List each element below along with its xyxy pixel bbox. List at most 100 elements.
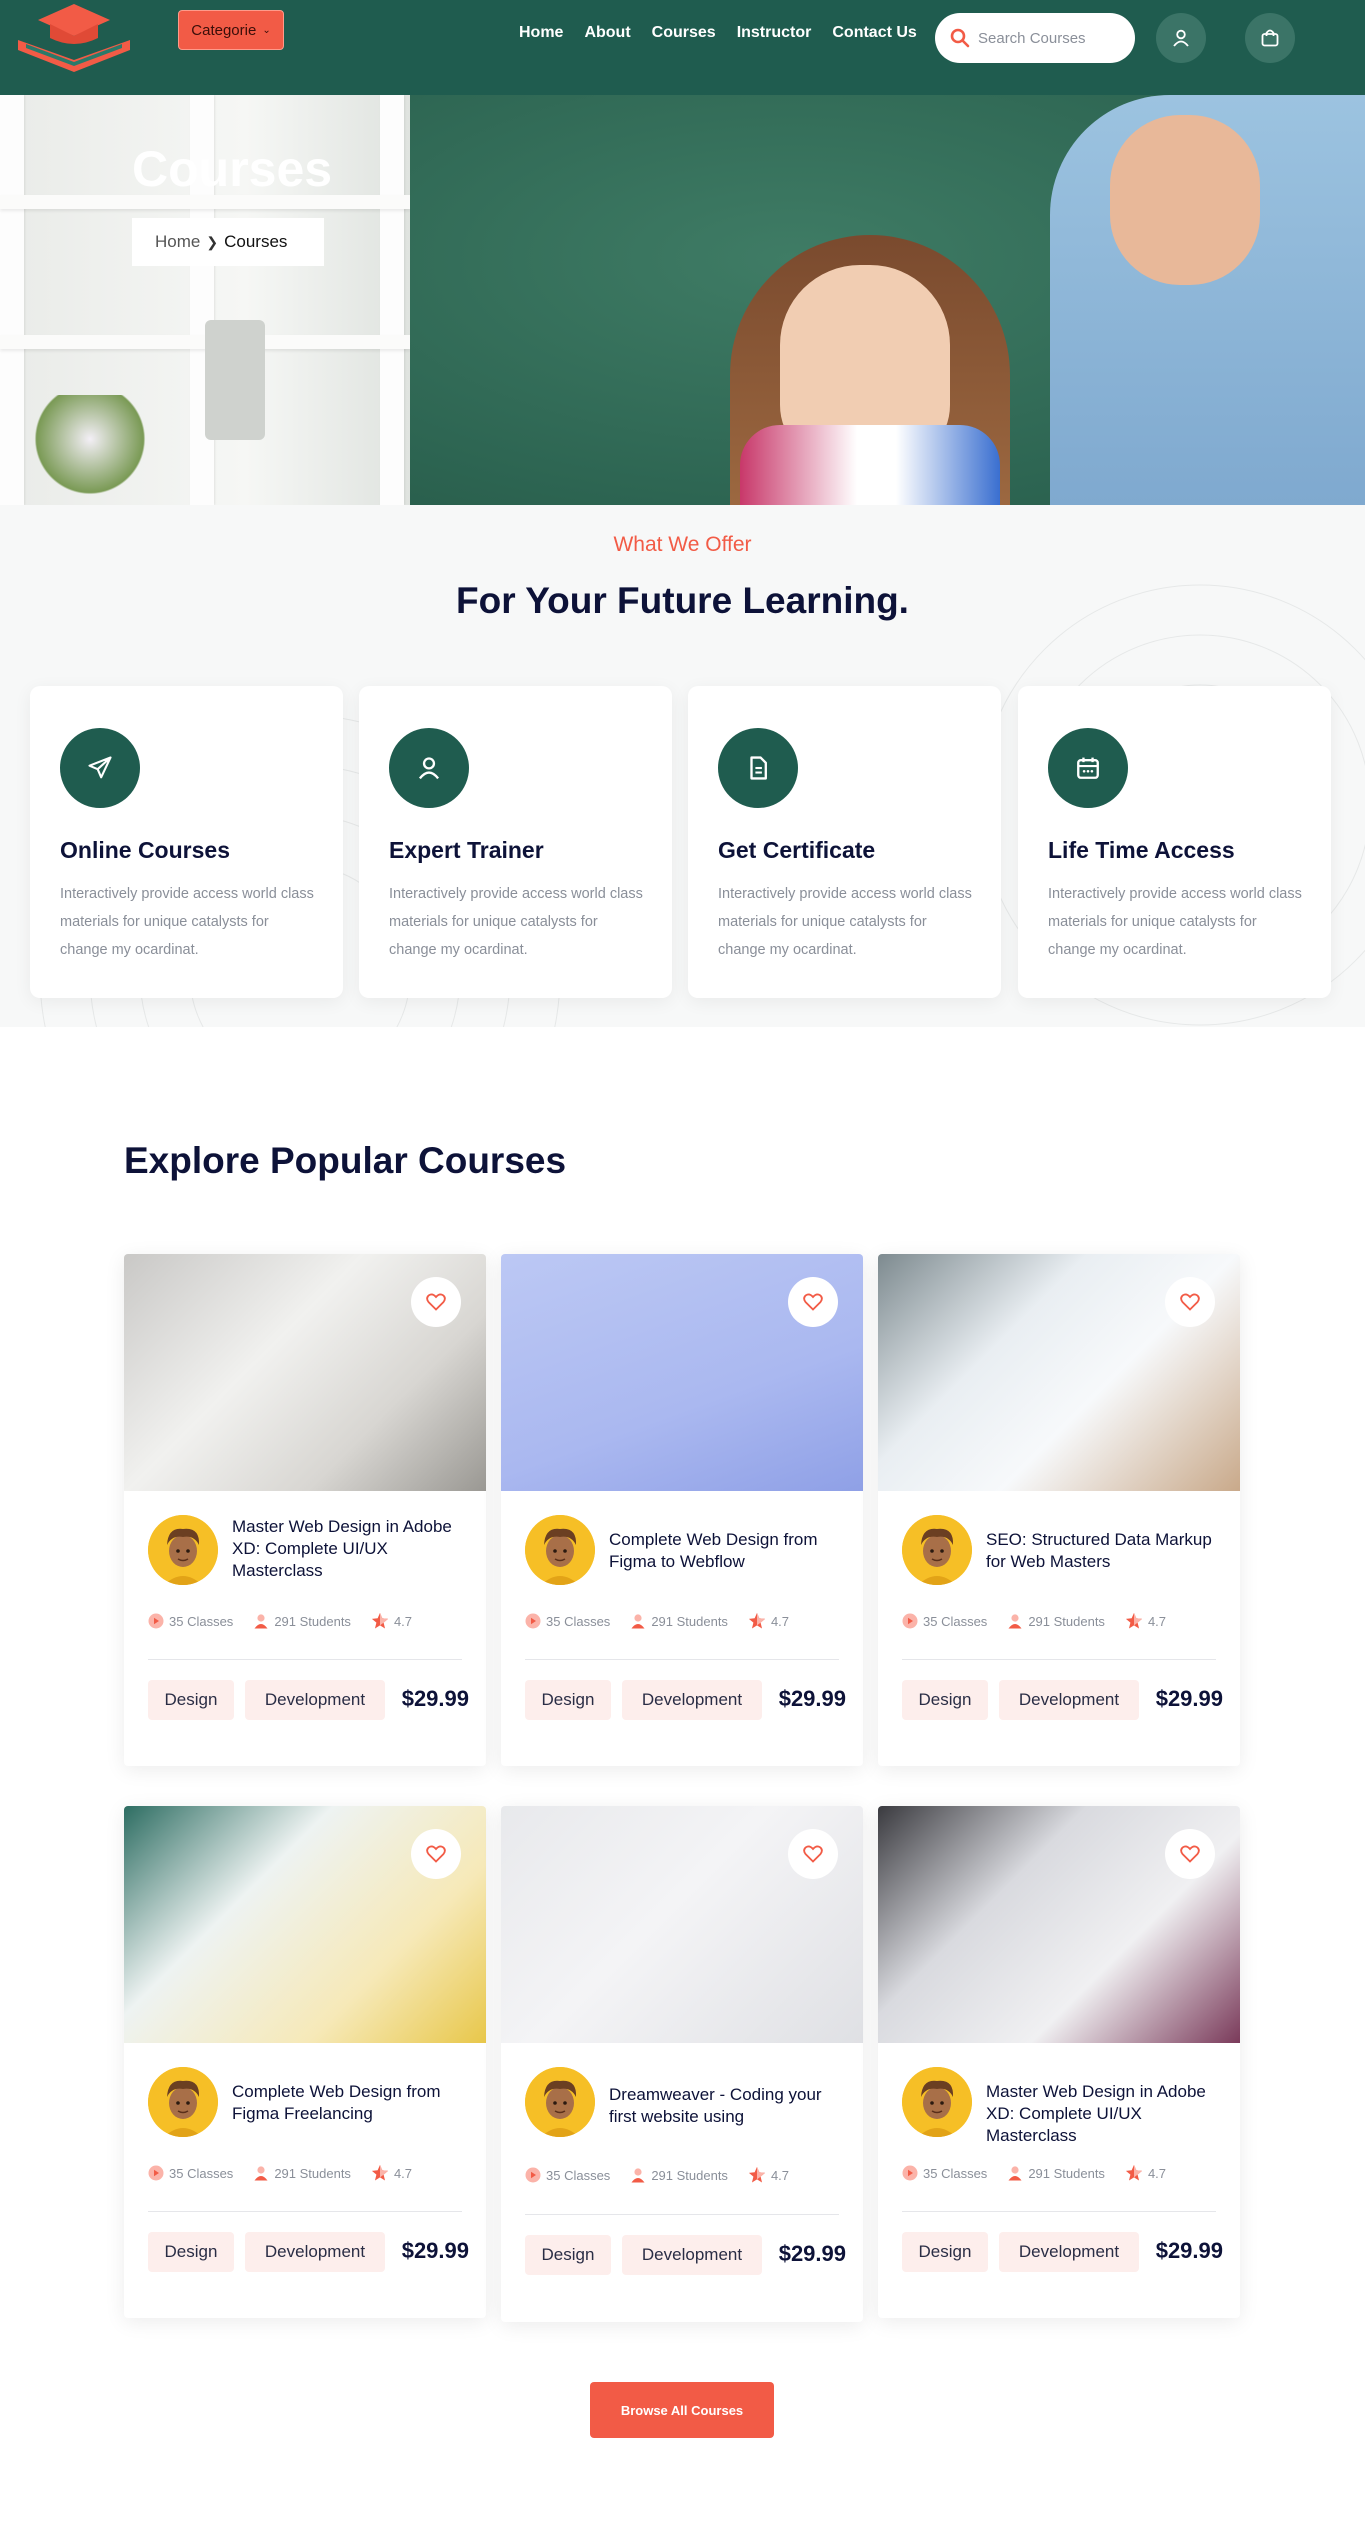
course-title[interactable]: Complete Web Design from Figma Freelanci… xyxy=(232,2081,472,2125)
document-icon xyxy=(745,755,771,781)
menu-courses[interactable]: Courses xyxy=(652,24,716,42)
course-card[interactable]: SEO: Structured Data Markup for Web Mast… xyxy=(878,1254,1240,1766)
search-input[interactable] xyxy=(978,29,1128,47)
tag-design[interactable]: Design xyxy=(902,2232,988,2272)
instructor-avatar xyxy=(525,2067,595,2137)
hero-banner: Courses Home ❯ Courses xyxy=(0,95,1365,505)
course-title[interactable]: Dreamweaver - Coding your first website … xyxy=(609,2084,849,2128)
course-thumbnail[interactable] xyxy=(124,1806,486,2043)
classes-text: 35 Classes xyxy=(923,1613,988,1629)
course-thumbnail[interactable] xyxy=(501,1806,863,2043)
course-price: $29.99 xyxy=(401,1686,469,1711)
rating: 4.7 xyxy=(371,2164,412,2182)
logo[interactable] xyxy=(10,0,138,76)
course-title[interactable]: Master Web Design in Adobe XD: Complete … xyxy=(232,1516,472,1582)
chevron-right-icon: ❯ xyxy=(206,233,219,250)
rating: 4.7 xyxy=(1125,1612,1166,1630)
course-meta: 35 Classes 291 Students 4.7 xyxy=(148,2164,412,2182)
course-title[interactable]: Complete Web Design from Figma to Webflo… xyxy=(609,1529,849,1573)
menu-about[interactable]: About xyxy=(584,24,630,42)
course-thumbnail[interactable] xyxy=(501,1254,863,1491)
students-count: 291 Students xyxy=(1007,1613,1105,1629)
course-title[interactable]: Master Web Design in Adobe XD: Complete … xyxy=(986,2081,1226,2147)
section-subtitle: What We Offer xyxy=(613,533,752,556)
wishlist-button[interactable] xyxy=(1165,1277,1215,1327)
tag-design[interactable]: Design xyxy=(902,1680,988,1720)
tag-development[interactable]: Development xyxy=(999,1680,1139,1720)
user-icon xyxy=(416,755,442,781)
wishlist-button[interactable] xyxy=(411,1829,461,1879)
course-card[interactable]: Complete Web Design from Figma Freelanci… xyxy=(124,1806,486,2318)
feature-text: Interactively provide access world class… xyxy=(389,886,643,958)
category-label: Categorie xyxy=(191,21,257,39)
tag-development[interactable]: Development xyxy=(245,1680,385,1720)
card-divider xyxy=(525,2214,839,2215)
course-meta: 35 Classes 291 Students 4.7 xyxy=(525,1612,789,1630)
cart-button[interactable] xyxy=(1245,13,1295,63)
heart-icon xyxy=(803,1845,823,1863)
tag-development[interactable]: Development xyxy=(622,1680,762,1720)
students-icon xyxy=(1007,1613,1023,1629)
what-we-offer-section: What We Offer For Your Future Learning. … xyxy=(0,505,1365,1027)
students-icon xyxy=(630,2167,646,2183)
calendar-icon xyxy=(1075,755,1101,781)
tag-design[interactable]: Design xyxy=(525,2235,611,2275)
instructor-avatar xyxy=(902,2067,972,2137)
wishlist-button[interactable] xyxy=(411,1277,461,1327)
feature-icon-wrap xyxy=(718,728,798,808)
menu-contact[interactable]: Contact Us xyxy=(832,24,916,42)
section-title: For Your Future Learning. xyxy=(456,580,909,621)
tag-development[interactable]: Development xyxy=(245,2232,385,2272)
students-count: 291 Students xyxy=(253,1613,351,1629)
card-divider xyxy=(525,1659,839,1660)
course-thumbnail[interactable] xyxy=(124,1254,486,1491)
students-icon xyxy=(253,2165,269,2181)
heart-icon xyxy=(1180,1293,1200,1311)
course-card[interactable]: Complete Web Design from Figma to Webflo… xyxy=(501,1254,863,1766)
rating: 4.7 xyxy=(1125,2164,1166,2182)
feature-card: Life Time Access Interactively provide a… xyxy=(1018,686,1331,998)
play-icon xyxy=(148,1613,164,1629)
course-price: $29.99 xyxy=(1155,2238,1223,2263)
tag-design[interactable]: Design xyxy=(148,1680,234,1720)
rating-text: 4.7 xyxy=(770,2167,790,2183)
feature-icon-wrap xyxy=(60,728,140,808)
tag-design[interactable]: Design xyxy=(148,2232,234,2272)
tag-development[interactable]: Development xyxy=(999,2232,1139,2272)
course-meta: 35 Classes 291 Students 4.7 xyxy=(902,1612,1166,1630)
students-icon xyxy=(1007,2165,1023,2181)
menu-home[interactable]: Home xyxy=(519,24,563,42)
course-card[interactable]: Dreamweaver - Coding your first website … xyxy=(501,1806,863,2322)
category-dropdown[interactable]: Categorie ⌄ xyxy=(178,10,284,50)
feature-text: Interactively provide access world class… xyxy=(60,886,314,958)
play-icon xyxy=(902,1613,918,1629)
play-icon xyxy=(902,2165,918,2181)
card-divider xyxy=(148,2211,462,2212)
menu-instructor[interactable]: Instructor xyxy=(737,24,812,42)
star-icon xyxy=(371,2164,389,2182)
courses-section-title: Explore Popular Courses xyxy=(124,1140,567,1181)
wishlist-button[interactable] xyxy=(1165,1829,1215,1879)
play-icon xyxy=(525,1613,541,1629)
tag-development[interactable]: Development xyxy=(622,2235,762,2275)
tag-design[interactable]: Design xyxy=(525,1680,611,1720)
students-text: 291 Students xyxy=(1028,2165,1105,2181)
wishlist-button[interactable] xyxy=(788,1277,838,1327)
breadcrumb-home[interactable]: Home xyxy=(155,232,200,252)
search-icon[interactable] xyxy=(950,28,970,48)
account-button[interactable] xyxy=(1156,13,1206,63)
course-thumbnail[interactable] xyxy=(878,1806,1240,2043)
browse-all-courses-button[interactable]: Browse All Courses xyxy=(590,2382,774,2438)
course-thumbnail[interactable] xyxy=(878,1254,1240,1491)
classes-count: 35 Classes xyxy=(148,2165,233,2181)
students-text: 291 Students xyxy=(651,1613,728,1629)
user-icon xyxy=(1171,28,1191,48)
wishlist-button[interactable] xyxy=(788,1829,838,1879)
breadcrumb-current: Courses xyxy=(224,232,288,251)
course-card[interactable]: Master Web Design in Adobe XD: Complete … xyxy=(124,1254,486,1766)
course-card[interactable]: Master Web Design in Adobe XD: Complete … xyxy=(878,1806,1240,2318)
main-menu: Home About Courses Instructor Contact Us xyxy=(519,24,917,42)
rating: 4.7 xyxy=(371,1612,412,1630)
course-title[interactable]: SEO: Structured Data Markup for Web Mast… xyxy=(986,1529,1226,1573)
classes-count: 35 Classes xyxy=(525,1613,610,1629)
